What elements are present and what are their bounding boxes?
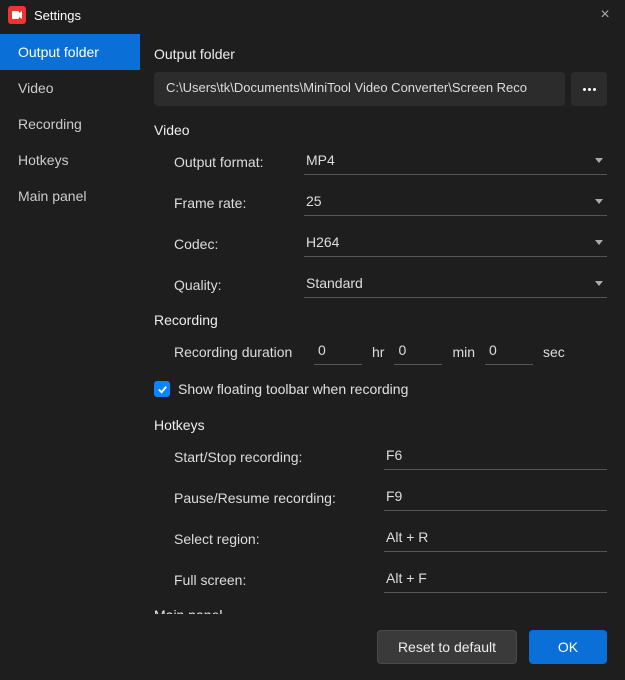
codec-value: H264	[306, 234, 339, 250]
show-toolbar-label: Show floating toolbar when recording	[178, 381, 408, 397]
output-folder-row: C:\Users\tk\Documents\MiniTool Video Con…	[154, 72, 607, 106]
sidebar-item-video[interactable]: Video	[0, 70, 140, 106]
framerate-value: 25	[306, 193, 322, 209]
chevron-down-icon	[595, 199, 603, 204]
checkmark-icon	[157, 384, 168, 395]
framerate-select[interactable]: 25	[304, 189, 607, 216]
quality-select[interactable]: Standard	[304, 271, 607, 298]
startstop-label: Start/Stop recording:	[174, 449, 384, 465]
duration-label: Recording duration	[174, 344, 304, 360]
pause-input[interactable]	[384, 484, 607, 511]
titlebar: Settings ×	[0, 0, 625, 30]
duration-min-input[interactable]	[394, 338, 442, 365]
framerate-label: Frame rate:	[174, 195, 304, 211]
sec-unit: sec	[543, 344, 565, 360]
duration-hr-input[interactable]	[314, 338, 362, 365]
codec-row: Codec: H264	[154, 230, 607, 257]
sidebar-item-main-panel[interactable]: Main panel	[0, 178, 140, 214]
format-value: MP4	[306, 152, 335, 168]
fullscreen-label: Full screen:	[174, 572, 384, 588]
reset-label: Reset to default	[398, 639, 496, 655]
duration-sec-input[interactable]	[485, 338, 533, 365]
pause-row: Pause/Resume recording:	[154, 484, 607, 511]
content-wrap: Output folder C:\Users\tk\Documents\Mini…	[140, 30, 625, 680]
window-title: Settings	[34, 8, 593, 23]
close-icon: ×	[600, 6, 609, 24]
show-toolbar-checkbox[interactable]	[154, 381, 170, 397]
quality-value: Standard	[306, 275, 363, 291]
hotkeys-heading: Hotkeys	[154, 417, 607, 433]
sidebar-item-label: Main panel	[18, 188, 87, 204]
min-unit: min	[452, 344, 475, 360]
sidebar: Output folder Video Recording Hotkeys Ma…	[0, 30, 140, 680]
format-select[interactable]: MP4	[304, 148, 607, 175]
fullscreen-row: Full screen:	[154, 566, 607, 593]
format-label: Output format:	[174, 154, 304, 170]
video-heading: Video	[154, 122, 607, 138]
output-folder-heading: Output folder	[154, 46, 607, 62]
main-panel-heading: Main panel	[154, 607, 607, 614]
settings-content[interactable]: Output folder C:\Users\tk\Documents\Mini…	[140, 30, 625, 614]
output-folder-input[interactable]: C:\Users\tk\Documents\MiniTool Video Con…	[154, 72, 565, 106]
codec-select[interactable]: H264	[304, 230, 607, 257]
recording-heading: Recording	[154, 312, 607, 328]
sidebar-item-label: Video	[18, 80, 54, 96]
startstop-row: Start/Stop recording:	[154, 443, 607, 470]
show-toolbar-checkbox-row[interactable]: Show floating toolbar when recording	[154, 381, 607, 397]
sidebar-item-label: Output folder	[18, 44, 99, 60]
dialog-body: Output folder Video Recording Hotkeys Ma…	[0, 30, 625, 680]
chevron-down-icon	[595, 240, 603, 245]
hr-unit: hr	[372, 344, 384, 360]
browse-button[interactable]	[571, 72, 607, 106]
codec-label: Codec:	[174, 236, 304, 252]
quality-row: Quality: Standard	[154, 271, 607, 298]
dialog-footer: Reset to default OK	[140, 614, 625, 680]
reset-button[interactable]: Reset to default	[377, 630, 517, 664]
framerate-row: Frame rate: 25	[154, 189, 607, 216]
chevron-down-icon	[595, 158, 603, 163]
region-input[interactable]	[384, 525, 607, 552]
ellipsis-icon	[583, 88, 596, 91]
fullscreen-input[interactable]	[384, 566, 607, 593]
ok-label: OK	[558, 639, 578, 655]
startstop-input[interactable]	[384, 443, 607, 470]
close-button[interactable]: ×	[593, 3, 617, 27]
format-row: Output format: MP4	[154, 148, 607, 175]
app-icon	[8, 6, 26, 24]
sidebar-item-hotkeys[interactable]: Hotkeys	[0, 142, 140, 178]
duration-row: Recording duration hr min sec	[154, 338, 607, 365]
region-label: Select region:	[174, 531, 384, 547]
sidebar-item-label: Hotkeys	[18, 152, 69, 168]
chevron-down-icon	[595, 281, 603, 286]
settings-window: Settings × Output folder Video Recording…	[0, 0, 625, 680]
quality-label: Quality:	[174, 277, 304, 293]
region-row: Select region:	[154, 525, 607, 552]
sidebar-item-recording[interactable]: Recording	[0, 106, 140, 142]
pause-label: Pause/Resume recording:	[174, 490, 384, 506]
sidebar-item-output-folder[interactable]: Output folder	[0, 34, 140, 70]
ok-button[interactable]: OK	[529, 630, 607, 664]
sidebar-item-label: Recording	[18, 116, 82, 132]
